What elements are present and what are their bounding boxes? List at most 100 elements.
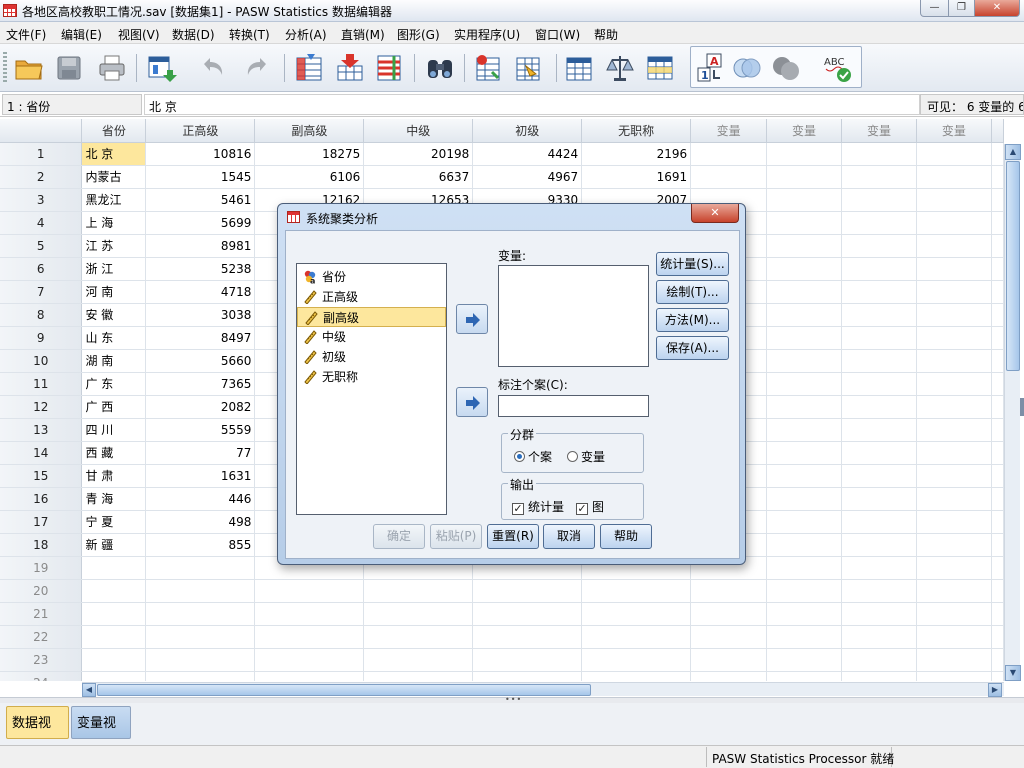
row-number[interactable]: 5 xyxy=(0,234,83,258)
cancel-button[interactable]: 取消 xyxy=(543,524,595,549)
grid-cell[interactable] xyxy=(916,510,992,534)
grid-cell[interactable]: 8981 xyxy=(145,234,256,258)
grid-cell[interactable] xyxy=(363,602,474,626)
maximize-button[interactable]: ❐ xyxy=(948,0,975,17)
undo-icon[interactable] xyxy=(196,52,228,84)
variables-icon[interactable] xyxy=(374,52,406,84)
column-header[interactable]: 无职称 xyxy=(581,119,692,143)
grid-cell[interactable]: 河 南 xyxy=(81,280,147,304)
cell-value-editor[interactable]: 北 京 xyxy=(144,94,920,115)
grid-cell[interactable] xyxy=(145,579,256,603)
grid-cell[interactable] xyxy=(841,533,917,557)
grid-cell[interactable] xyxy=(472,625,583,649)
grid-cell[interactable]: 青 海 xyxy=(81,487,147,511)
grid-cell[interactable] xyxy=(916,648,992,672)
select-cases-icon[interactable] xyxy=(644,52,676,84)
weight-cases-icon[interactable] xyxy=(604,52,636,84)
spell-check-icon[interactable]: ABC xyxy=(822,52,854,84)
grid-cell[interactable] xyxy=(363,648,474,672)
grid-cell[interactable] xyxy=(690,602,768,626)
column-header[interactable]: 变量 xyxy=(841,119,917,143)
grid-cell[interactable] xyxy=(766,671,842,681)
grid-cell[interactable] xyxy=(841,349,917,373)
grid-cell[interactable] xyxy=(766,234,842,258)
grid-cell[interactable] xyxy=(145,556,256,580)
grid-cell[interactable]: 4718 xyxy=(145,280,256,304)
variables-target-list[interactable] xyxy=(498,265,649,367)
source-variable-item[interactable]: 无职称 xyxy=(297,367,446,387)
grid-cell[interactable] xyxy=(916,142,992,166)
menu-edit[interactable]: 编辑(E) xyxy=(61,26,102,43)
row-number[interactable]: 2 xyxy=(0,165,83,189)
grid-cell[interactable] xyxy=(841,556,917,580)
grid-cell[interactable] xyxy=(363,671,474,681)
column-header[interactable]: 省份 xyxy=(81,119,147,143)
grid-cell[interactable]: 446 xyxy=(145,487,256,511)
grid-cell[interactable] xyxy=(581,602,692,626)
grid-cell[interactable] xyxy=(766,280,842,304)
grid-cell[interactable] xyxy=(916,303,992,327)
source-variable-item[interactable]: 副高级 xyxy=(297,307,446,327)
grid-cell[interactable] xyxy=(690,142,768,166)
save-icon[interactable] xyxy=(53,52,85,84)
row-number[interactable]: 21 xyxy=(0,602,83,626)
column-header[interactable]: 变量 xyxy=(916,119,992,143)
row-number[interactable]: 22 xyxy=(0,625,83,649)
row-number[interactable]: 15 xyxy=(0,464,83,488)
column-header[interactable]: 变量 xyxy=(690,119,768,143)
grid-cell[interactable] xyxy=(581,625,692,649)
cluster-variables-radio[interactable]: 变量 xyxy=(567,448,605,465)
grid-cell[interactable] xyxy=(81,671,147,681)
row-number[interactable]: 11 xyxy=(0,372,83,396)
grid-cell[interactable] xyxy=(690,625,768,649)
grid-cell[interactable] xyxy=(841,487,917,511)
menu-view[interactable]: 视图(V) xyxy=(118,26,160,43)
grid-cell[interactable] xyxy=(916,556,992,580)
display-plots-checkbox[interactable]: ✓ 图 xyxy=(576,498,604,515)
menu-direct-marketing[interactable]: 直销(M) xyxy=(341,26,385,43)
grid-cell[interactable] xyxy=(766,441,842,465)
row-number[interactable]: 7 xyxy=(0,280,83,304)
row-number[interactable]: 9 xyxy=(0,326,83,350)
go-to-case-icon[interactable] xyxy=(293,52,325,84)
grid-cell[interactable] xyxy=(766,625,842,649)
row-number[interactable]: 16 xyxy=(0,487,83,511)
close-window-button[interactable]: ✕ xyxy=(974,0,1020,17)
grid-cell[interactable]: 5699 xyxy=(145,211,256,235)
grid-cell[interactable] xyxy=(916,257,992,281)
grid-cell[interactable]: 西 藏 xyxy=(81,441,147,465)
grid-cell[interactable] xyxy=(841,257,917,281)
grid-cell[interactable] xyxy=(841,510,917,534)
grid-cell[interactable] xyxy=(690,579,768,603)
use-sets-icon[interactable] xyxy=(731,52,763,84)
grid-cell[interactable]: 5461 xyxy=(145,188,256,212)
cluster-cases-radio[interactable]: 个案 xyxy=(514,448,552,465)
grid-cell[interactable] xyxy=(916,211,992,235)
source-variable-item[interactable]: 初级 xyxy=(297,347,446,367)
grid-cell[interactable] xyxy=(916,349,992,373)
column-header[interactable]: 中级 xyxy=(363,119,474,143)
grid-cell[interactable] xyxy=(363,579,474,603)
grid-cell[interactable] xyxy=(841,326,917,350)
grid-cell[interactable]: 10816 xyxy=(145,142,256,166)
grid-cell[interactable] xyxy=(766,602,842,626)
grid-cell[interactable] xyxy=(766,487,842,511)
move-to-label-cases-button[interactable] xyxy=(456,387,488,417)
grid-cell[interactable] xyxy=(254,625,365,649)
grid-cell[interactable] xyxy=(472,602,583,626)
menu-window[interactable]: 窗口(W) xyxy=(535,26,580,43)
grid-cell[interactable] xyxy=(766,579,842,603)
grid-cell[interactable] xyxy=(145,671,256,681)
row-number[interactable]: 19 xyxy=(0,556,83,580)
grid-cell[interactable] xyxy=(766,464,842,488)
vertical-scrollbar[interactable]: ▲ ▼ xyxy=(1004,144,1021,681)
scroll-up-arrow-icon[interactable]: ▲ xyxy=(1005,144,1021,160)
grid-cell[interactable] xyxy=(841,142,917,166)
label-cases-field[interactable] xyxy=(498,395,649,417)
grid-cell[interactable] xyxy=(766,188,842,212)
grid-cell[interactable]: 安 徽 xyxy=(81,303,147,327)
grid-cell[interactable] xyxy=(916,579,992,603)
print-icon[interactable] xyxy=(96,52,128,84)
grid-cell[interactable]: 498 xyxy=(145,510,256,534)
grid-cell[interactable]: 8497 xyxy=(145,326,256,350)
